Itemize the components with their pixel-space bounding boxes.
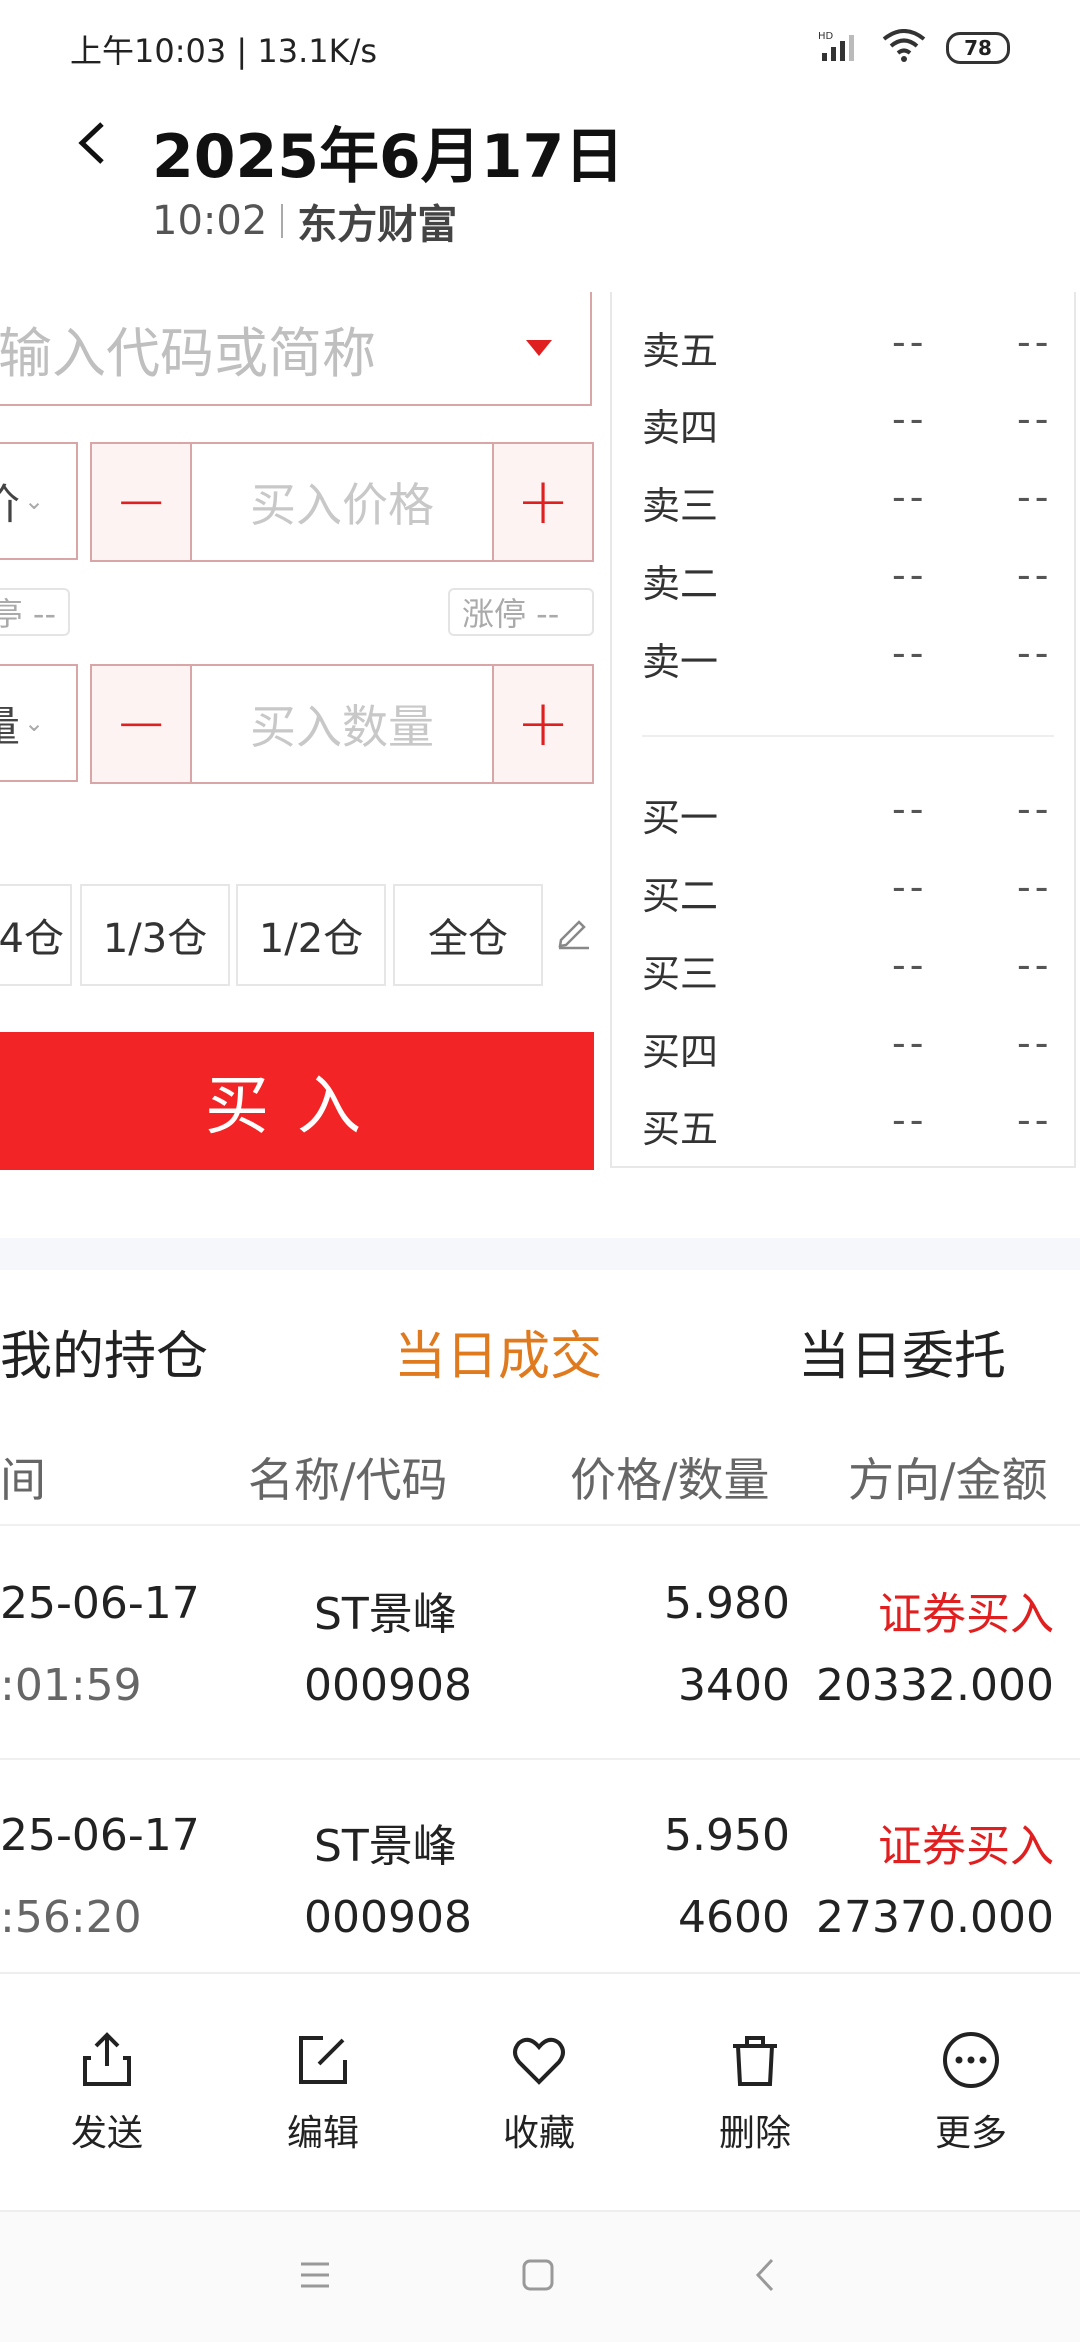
- price-type-select[interactable]: 价 ⌄: [0, 442, 78, 560]
- ask-row: 卖一 -- --: [642, 631, 1053, 684]
- bid-row: 买三 -- --: [642, 943, 1053, 996]
- back-chevron-icon: [755, 2258, 774, 2292]
- stock-name: ST景峰: [314, 1589, 457, 1640]
- favorite-button[interactable]: 收藏: [474, 2030, 604, 2156]
- column-header-direction-amount: 方向/金额: [848, 1453, 1048, 1507]
- chevron-left-icon: [78, 122, 104, 164]
- table-row[interactable]: 25-06-17 :56:20 ST景峰 000908 5.950 4600 证…: [0, 1760, 1080, 1972]
- back-nav-button[interactable]: [736, 2250, 796, 2300]
- stock-code-input[interactable]: 输入代码或简称: [0, 292, 592, 406]
- wifi-icon: [882, 29, 926, 67]
- trade-time: :56:20: [0, 1892, 142, 1943]
- limit-up-tag: 涨停 --: [448, 588, 594, 636]
- order-book-divider: [642, 735, 1054, 737]
- signal-icon: HD: [818, 29, 862, 67]
- column-header-time: 间: [0, 1453, 46, 1507]
- page-subtitle: 10:02 东方财富: [152, 192, 457, 250]
- buy-button[interactable]: 买入: [0, 1032, 594, 1170]
- trade-price: 5.950: [664, 1810, 790, 1861]
- trade-time: :01:59: [0, 1660, 142, 1711]
- trade-amount: 27370.000: [816, 1892, 1054, 1943]
- system-nav-bar: [0, 2210, 1080, 2342]
- order-book: 卖五 -- -- 卖四 -- -- 卖三 -- -- 卖二 -- -- 卖一 -- -- 买一 -- -…: [610, 292, 1076, 1168]
- edit-position-button[interactable]: [555, 914, 591, 954]
- table-row[interactable]: 25-06-17 :01:59 ST景峰 000908 5.980 3400 证…: [0, 1526, 1080, 1758]
- bid-row: 买二 -- --: [642, 865, 1053, 918]
- chevron-down-icon: ⌄: [24, 487, 45, 515]
- ask-row: 卖四 -- --: [642, 397, 1053, 450]
- section-divider: [0, 1238, 1080, 1270]
- menu-icon: [301, 2262, 329, 2288]
- stock-code: 000908: [304, 1892, 472, 1943]
- position-half-button[interactable]: 1/2仓: [236, 884, 386, 986]
- bid-row: 买五 -- --: [642, 1098, 1053, 1151]
- trade-price: 5.980: [664, 1578, 790, 1629]
- quantity-type-select[interactable]: 量 ⌄: [0, 664, 78, 782]
- tab-today-trades[interactable]: 当日成交: [394, 1314, 602, 1389]
- limit-down-tag: 亭 --: [0, 588, 70, 636]
- divider: [281, 204, 284, 238]
- ask-row: 卖三 -- --: [642, 475, 1053, 528]
- share-icon: [83, 2032, 131, 2086]
- more-button[interactable]: 更多: [906, 2030, 1036, 2156]
- ask-row: 卖二 -- --: [642, 553, 1053, 606]
- trash-icon: [733, 2036, 777, 2086]
- position-full-button[interactable]: 全仓: [393, 884, 543, 986]
- price-stepper[interactable]: − 买入价格 +: [90, 442, 594, 562]
- trade-direction: 证券买入: [878, 1821, 1054, 1872]
- bid-row: 买四 -- --: [642, 1021, 1053, 1074]
- chevron-down-icon: ⌄: [24, 709, 45, 737]
- trade-direction: 证券买入: [878, 1589, 1054, 1640]
- edit-icon: [299, 2036, 347, 2084]
- position-third-button[interactable]: 1/3仓: [80, 884, 230, 986]
- share-button[interactable]: 发送: [42, 2030, 172, 2156]
- status-icons: HD 78: [818, 28, 1010, 68]
- stock-name: ST景峰: [314, 1821, 457, 1872]
- home-square-icon: [522, 2259, 554, 2291]
- header-time: 10:02: [152, 198, 268, 244]
- price-input[interactable]: 买入价格: [192, 444, 492, 560]
- column-header-name-code: 名称/代码: [248, 1453, 448, 1507]
- trade-date: 25-06-17: [0, 1810, 200, 1861]
- heart-icon: [513, 2037, 565, 2085]
- delete-button[interactable]: 删除: [690, 2030, 820, 2156]
- tab-holdings[interactable]: 我的持仓: [0, 1314, 208, 1389]
- tab-today-orders[interactable]: 当日委托: [798, 1314, 1006, 1389]
- trade-quantity: 4600: [678, 1892, 790, 1943]
- bid-row: 买一 -- --: [642, 787, 1053, 840]
- battery-icon: 78: [946, 32, 1010, 64]
- menu-nav-button[interactable]: [285, 2250, 345, 2300]
- quantity-stepper[interactable]: − 买入数量 +: [90, 664, 594, 784]
- trade-date: 25-06-17: [0, 1578, 200, 1629]
- action-bar: 发送 编辑 收藏 删除 更多: [0, 1972, 1080, 2212]
- dropdown-arrow-icon[interactable]: [526, 340, 552, 356]
- column-header-price-qty: 价格/数量: [570, 1453, 770, 1507]
- price-increment-button[interactable]: +: [492, 444, 592, 560]
- pencil-icon: [558, 920, 589, 950]
- network-label: HD: [818, 31, 834, 42]
- edit-button[interactable]: 编辑: [258, 2030, 388, 2156]
- stock-code: 000908: [304, 1660, 472, 1711]
- ask-row: 卖五 -- --: [642, 320, 1053, 373]
- stock-code-placeholder: 输入代码或简称: [0, 321, 376, 385]
- back-button[interactable]: [70, 120, 116, 166]
- home-nav-button[interactable]: [508, 2250, 568, 2300]
- price-decrement-button[interactable]: −: [92, 444, 192, 560]
- more-icon: [943, 2032, 999, 2088]
- page-title: 2025年6月17日: [152, 122, 625, 192]
- position-quarter-button[interactable]: 4仓: [0, 884, 72, 986]
- trade-amount: 20332.000: [816, 1660, 1054, 1711]
- quantity-input[interactable]: 买入数量: [192, 666, 492, 782]
- trade-quantity: 3400: [678, 1660, 790, 1711]
- quantity-increment-button[interactable]: +: [492, 666, 592, 782]
- status-time-speed: 上午10:03 | 13.1K/s: [70, 32, 378, 70]
- broker-name: 东方财富: [297, 202, 458, 248]
- quantity-decrement-button[interactable]: −: [92, 666, 192, 782]
